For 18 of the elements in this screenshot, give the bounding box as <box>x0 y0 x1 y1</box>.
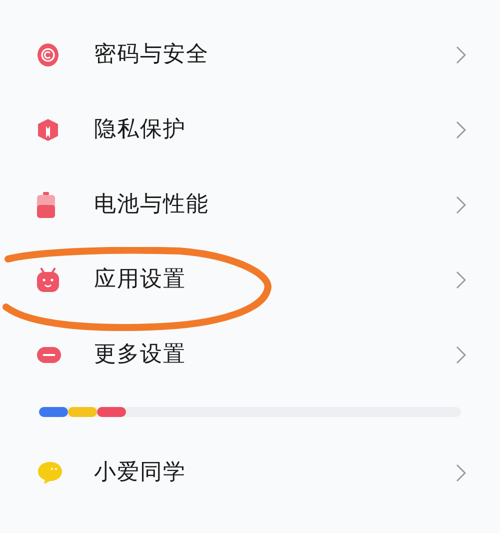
copyright-badge-icon <box>37 42 59 66</box>
chevron-right-icon[interactable] <box>456 346 466 364</box>
chevron-right-icon[interactable] <box>456 46 466 64</box>
chevron-right-icon[interactable] <box>456 464 466 482</box>
minus-pill-icon <box>37 346 61 362</box>
battery-icon <box>37 192 55 218</box>
settings-item-label[interactable]: 电池与性能 <box>94 188 209 221</box>
hexagon-shield-icon <box>37 118 59 142</box>
android-face-icon <box>37 266 59 292</box>
settings-item-label[interactable]: 更多设置 <box>94 338 186 371</box>
chevron-right-icon[interactable] <box>456 120 466 138</box>
settings-item-label[interactable]: 密码与安全 <box>94 38 209 71</box>
settings-item-label[interactable]: 小爱同学 <box>94 456 186 489</box>
chevron-right-icon[interactable] <box>456 270 466 288</box>
chat-bubble-icon <box>37 460 63 484</box>
chevron-right-icon[interactable] <box>456 196 466 214</box>
settings-item-label[interactable]: 应用设置 <box>94 263 186 296</box>
settings-item-label[interactable]: 隐私保护 <box>94 113 186 146</box>
